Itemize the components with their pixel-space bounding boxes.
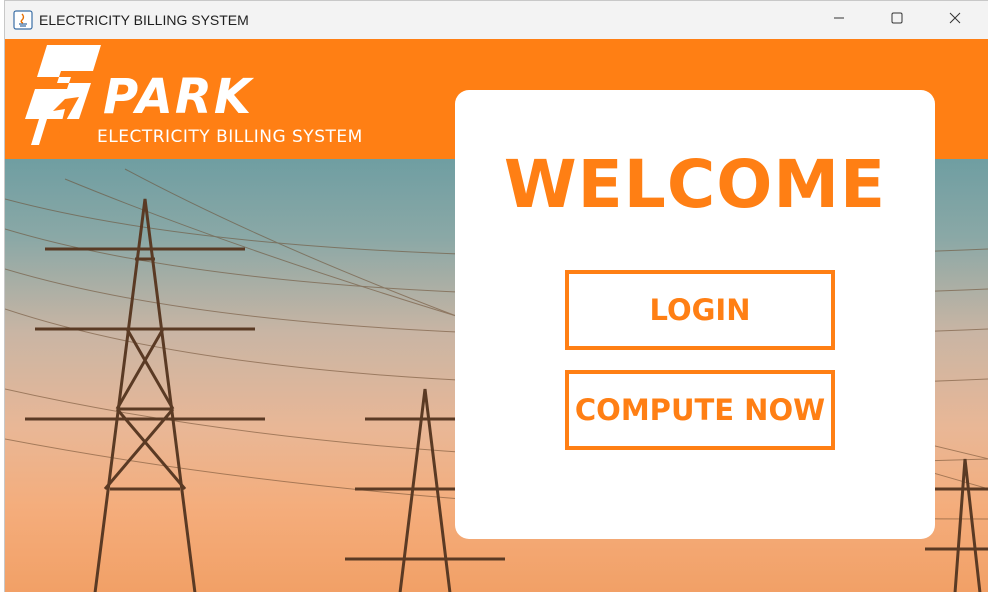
window-title: ELECTRICITY BILLING SYSTEM <box>39 12 249 28</box>
minimize-icon <box>833 11 845 29</box>
compute-now-button[interactable]: COMPUTE NOW <box>565 370 835 450</box>
close-icon <box>949 11 961 29</box>
welcome-heading: WELCOME <box>503 146 887 223</box>
maximize-icon <box>891 11 903 29</box>
app-window: ELECTRICITY BILLING SYSTEM PARK ELECTRIC… <box>4 0 988 592</box>
close-button[interactable] <box>927 1 983 39</box>
brand-name: PARK <box>103 69 254 125</box>
maximize-button[interactable] <box>869 1 925 39</box>
login-button[interactable]: LOGIN <box>565 270 835 350</box>
lightning-s-logo-icon <box>21 41 105 154</box>
brand-subtitle: ELECTRICITY BILLING SYSTEM <box>97 127 363 147</box>
welcome-card: WELCOME LOGIN COMPUTE NOW <box>455 90 935 539</box>
java-app-icon <box>13 10 33 30</box>
minimize-button[interactable] <box>811 1 867 39</box>
main-content: PARK ELECTRICITY BILLING SYSTEM WELCOME … <box>5 39 988 592</box>
title-bar[interactable]: ELECTRICITY BILLING SYSTEM <box>5 1 988 39</box>
